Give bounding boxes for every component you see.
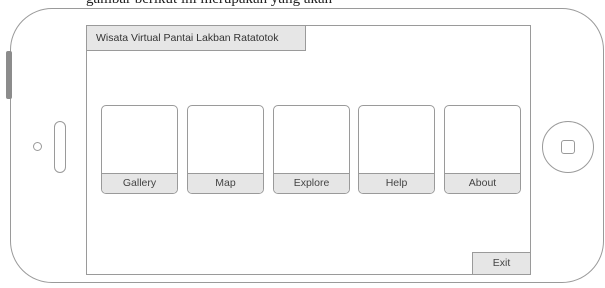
menu-tile-label: Map [188, 173, 263, 193]
exit-button[interactable]: Exit [472, 252, 530, 274]
home-square-icon [561, 140, 575, 154]
mockup-stage: gambar berikut ini merupakan yang akan W… [0, 0, 605, 288]
menu-tile-label: Gallery [102, 173, 177, 193]
phone-camera [33, 142, 42, 151]
phone-speaker [54, 121, 66, 173]
menu-tile-explore[interactable]: Explore [273, 105, 350, 194]
menu-tile-help[interactable]: Help [358, 105, 435, 194]
menu-tile-gallery[interactable]: Gallery [101, 105, 178, 194]
document-caption: gambar berikut ini merupakan yang akan [86, 0, 332, 8]
app-title: Wisata Virtual Pantai Lakban Ratatotok [96, 32, 279, 44]
app-screen: Wisata Virtual Pantai Lakban Ratatotok G… [86, 25, 531, 275]
phone-home-button[interactable] [542, 121, 594, 173]
menu-tile-map[interactable]: Map [187, 105, 264, 194]
menu-tile-label: Help [359, 173, 434, 193]
app-title-bar: Wisata Virtual Pantai Lakban Ratatotok [87, 26, 306, 51]
menu-tile-label: About [445, 173, 520, 193]
phone-side-button [6, 51, 12, 99]
menu-tile-about[interactable]: About [444, 105, 521, 194]
menu-tile-label: Explore [274, 173, 349, 193]
